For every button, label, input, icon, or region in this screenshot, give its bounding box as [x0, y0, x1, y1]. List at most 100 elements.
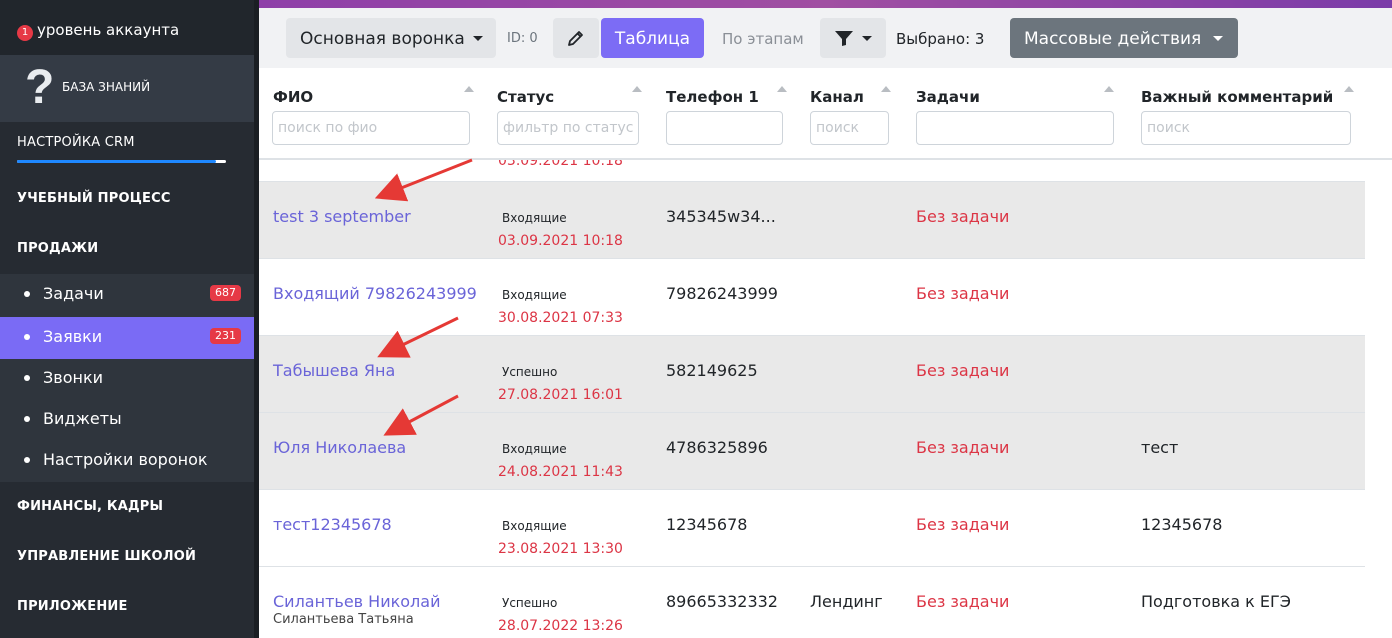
lead-phone: 89665332332	[666, 592, 778, 611]
bullet-icon	[24, 334, 30, 340]
sidebar-section-learning[interactable]: УЧЕБНЫЙ ПРОЦЕСС	[17, 191, 171, 206]
sidebar-item-widgets[interactable]: Виджеты	[0, 399, 254, 441]
tasks-count-badge: 687	[210, 285, 241, 301]
knowledge-base-label: БАЗА ЗНАНИЙ	[62, 80, 151, 94]
lead-status: Входящие	[502, 288, 567, 302]
column-header-status[interactable]: Статус	[497, 88, 554, 106]
crm-setup-link[interactable]: НАСТРОЙКА CRM	[17, 135, 135, 150]
sort-up-icon[interactable]	[464, 86, 474, 92]
table-row[interactable]: Табышева Яна Успешно 27.08.2021 16:01 58…	[259, 336, 1365, 413]
sidebar-item-label: Звонки	[43, 368, 103, 387]
filter-button[interactable]	[820, 18, 886, 58]
lead-name-link[interactable]: Силантьев Николай	[273, 592, 440, 611]
selected-count: Выбрано: 3	[896, 30, 985, 48]
sidebar-section-app[interactable]: ПРИЛОЖЕНИЕ	[17, 599, 128, 614]
table-row[interactable]: Юля Николаева Входящие 24.08.2021 11:43 …	[259, 413, 1365, 490]
lead-channel: Лендинг	[810, 592, 883, 611]
column-header-channel[interactable]: Канал	[810, 88, 864, 106]
account-level-badge: 1	[17, 25, 33, 41]
lead-name-link[interactable]: Юля Николаева	[273, 438, 406, 457]
row-date: 03.09.2021 10:18	[498, 160, 623, 169]
sidebar-item-label: Заявки	[43, 327, 103, 346]
funnel-select[interactable]: Основная воронка	[286, 18, 496, 58]
lead-status: Входящие	[502, 519, 567, 533]
sidebar-item-calls[interactable]: Звонки	[0, 358, 254, 400]
tasks-search-input[interactable]	[916, 111, 1114, 145]
table-body: 03.09.2021 10:18 test 3 september Входящ…	[259, 160, 1365, 638]
sort-up-icon[interactable]	[632, 86, 642, 92]
table-header: ФИО Статус Телефон 1 Канал Задачи Важный…	[259, 68, 1392, 160]
funnel-select-value: Основная воронка	[300, 29, 465, 49]
filter-icon	[835, 31, 853, 46]
lead-name-link[interactable]: тест12345678	[273, 515, 392, 534]
sidebar-item-label: Настройки воронок	[43, 450, 208, 469]
sort-up-icon[interactable]	[1344, 86, 1354, 92]
caret-down-icon	[862, 36, 872, 41]
bullet-icon	[24, 291, 30, 297]
table-row-partial: 03.09.2021 10:18	[259, 160, 1365, 182]
lead-phone: 12345678	[666, 515, 748, 534]
funnel-id: ID: 0	[507, 31, 538, 46]
crm-setup-progress-fill	[17, 160, 216, 163]
sort-up-icon[interactable]	[881, 86, 891, 92]
sidebar-section-finance[interactable]: ФИНАНСЫ, КАДРЫ	[17, 499, 163, 514]
lead-name-link[interactable]: test 3 september	[273, 207, 411, 226]
lead-name-link[interactable]: Входящий 79826243999	[273, 284, 477, 303]
lead-date: 27.08.2021 16:01	[498, 387, 623, 403]
crm-setup-progress	[17, 160, 226, 163]
lead-task[interactable]: Без задачи	[916, 438, 1009, 457]
lead-task[interactable]: Без задачи	[916, 515, 1009, 534]
channel-search-input[interactable]	[810, 111, 889, 145]
lead-date: 30.08.2021 07:33	[498, 310, 623, 326]
lead-task[interactable]: Без задачи	[916, 361, 1009, 380]
top-gradient-strip	[259, 0, 1392, 8]
sort-up-icon[interactable]	[777, 86, 787, 92]
phone-search-input[interactable]	[666, 111, 783, 145]
lead-phone: 79826243999	[666, 284, 778, 303]
sidebar-item-funnel-settings[interactable]: Настройки воронок	[0, 440, 254, 482]
table-row[interactable]: test 3 september Входящие 03.09.2021 10:…	[259, 182, 1365, 259]
table-row[interactable]: тест12345678 Входящие 23.08.2021 13:30 1…	[259, 490, 1365, 567]
sidebar-item-tasks[interactable]: Задачи 687	[0, 274, 254, 316]
column-header-name[interactable]: ФИО	[273, 88, 313, 106]
lead-comment: тест	[1141, 438, 1179, 457]
account-level-label: уровень аккаунта	[37, 21, 180, 39]
sidebar-item-requests[interactable]: Заявки 231	[0, 317, 254, 359]
requests-count-badge: 231	[210, 328, 241, 344]
name-search-input[interactable]	[272, 111, 470, 145]
lead-task[interactable]: Без задачи	[916, 284, 1009, 303]
bullet-icon	[24, 416, 30, 422]
mass-actions-button[interactable]: Массовые действия	[1010, 18, 1238, 58]
table-view-button[interactable]: Таблица	[601, 18, 704, 58]
edit-funnel-button[interactable]	[553, 18, 599, 58]
comment-search-input[interactable]	[1141, 111, 1351, 145]
lead-status: Успешно	[502, 596, 558, 610]
column-header-tasks[interactable]: Задачи	[916, 88, 980, 106]
lead-comment: Подготовка к ЕГЭ	[1141, 592, 1291, 611]
mass-actions-label: Массовые действия	[1024, 29, 1202, 49]
lead-phone: 4786325896	[666, 438, 768, 457]
table-row[interactable]: Входящий 79826243999 Входящие 30.08.2021…	[259, 259, 1365, 336]
sidebar-section-school[interactable]: УПРАВЛЕНИЕ ШКОЛОЙ	[17, 549, 196, 564]
lead-task[interactable]: Без задачи	[916, 207, 1009, 226]
lead-name-link[interactable]: Табышева Яна	[273, 361, 395, 380]
column-header-phone[interactable]: Телефон 1	[666, 88, 759, 106]
toolbar: Основная воронка ID: 0 Таблица По этапам…	[259, 8, 1392, 68]
stages-view-button[interactable]: По этапам	[722, 30, 804, 48]
column-header-comment[interactable]: Важный комментарий	[1141, 88, 1333, 106]
table-row[interactable]: Силантьев Николай Силантьева Татьяна Усп…	[259, 567, 1365, 638]
sort-up-icon[interactable]	[1104, 86, 1114, 92]
sidebar-item-label: Виджеты	[43, 409, 122, 428]
question-icon: ?	[25, 61, 55, 114]
account-level[interactable]: 1 уровень аккаунта	[0, 0, 254, 55]
caret-down-icon	[1213, 36, 1223, 41]
lead-contact-person: Силантьева Татьяна	[273, 612, 414, 627]
sidebar: 1 уровень аккаунта ? БАЗА ЗНАНИЙ НАСТРОЙ…	[0, 0, 259, 638]
status-filter-input[interactable]	[497, 111, 639, 145]
lead-status: Входящие	[502, 211, 567, 225]
lead-phone: 582149625	[666, 361, 758, 380]
table-view-label: Таблица	[614, 29, 691, 49]
lead-task[interactable]: Без задачи	[916, 592, 1009, 611]
lead-date: 28.07.2022 13:26	[498, 618, 623, 634]
sidebar-section-sales[interactable]: ПРОДАЖИ	[17, 241, 98, 256]
